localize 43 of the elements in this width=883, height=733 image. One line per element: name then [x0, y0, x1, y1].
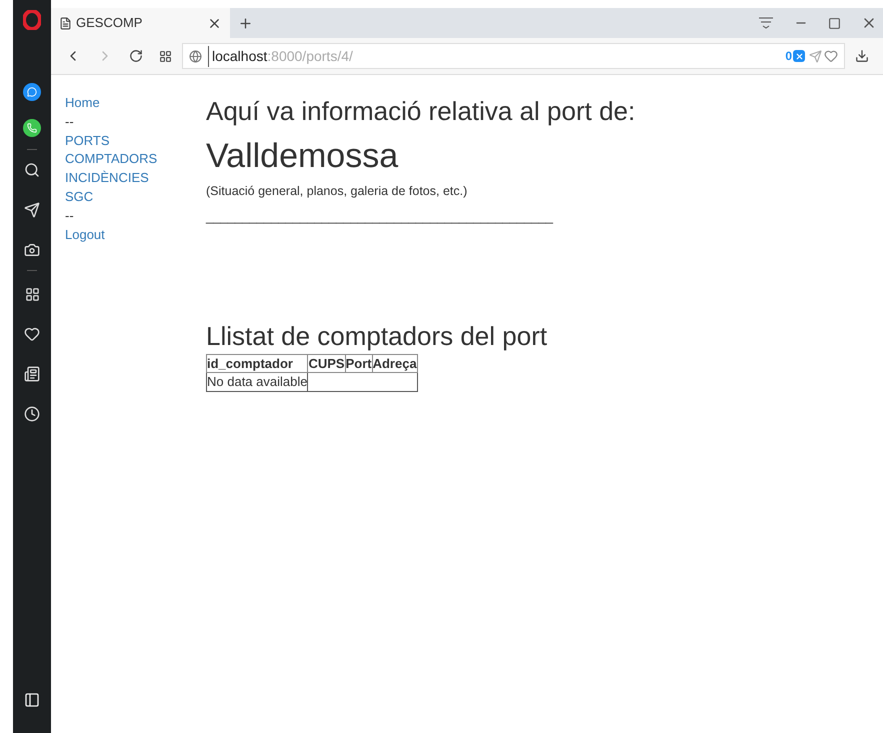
table-title: Llistat de comptadors del port: [206, 320, 548, 352]
ad-blocker-icon[interactable]: [793, 50, 805, 62]
nav-separator: --: [65, 206, 74, 225]
url-text: localhost:8000/ports/4/: [208, 46, 353, 66]
history-icon[interactable]: [24, 406, 40, 422]
blocked-count: 0: [785, 48, 792, 65]
description-text: (Situació general, planos, galeria de fotos, etc.): [206, 183, 468, 200]
send-icon[interactable]: [24, 202, 40, 218]
nav-link[interactable]: Logout: [65, 226, 105, 244]
column-header[interactable]: CUPS: [308, 354, 346, 373]
news-icon[interactable]: [24, 366, 40, 382]
camera-icon[interactable]: [24, 242, 40, 258]
whatsapp-icon[interactable]: [23, 119, 41, 137]
nav-link[interactable]: PORTS: [65, 132, 110, 150]
column-header[interactable]: Adreça: [372, 354, 418, 373]
search-icon[interactable]: [24, 162, 40, 178]
empty-table-message: No data available: [206, 372, 308, 392]
nav-link[interactable]: Home: [65, 94, 100, 113]
page-heading: Aquí va informació relativa al port de:: [206, 95, 636, 128]
maximize-icon[interactable]: [828, 16, 841, 30]
browser-tab[interactable]: GESCOMP: [51, 8, 230, 38]
nav-separator: --: [65, 112, 74, 131]
separator-line: ________________________________________________: [206, 208, 554, 226]
page-icon: [59, 16, 72, 30]
bookmark-icon[interactable]: [824, 49, 838, 63]
download-icon[interactable]: [855, 49, 869, 63]
port-name: Valldemossa: [206, 136, 400, 176]
speed-dial-icon[interactable]: [159, 50, 172, 62]
address-bar[interactable]: localhost:8000/ports/4/ 0: [182, 43, 845, 69]
nav-link[interactable]: COMPTADORS: [65, 150, 158, 170]
nav-link[interactable]: INCIDÈNCIES: [65, 169, 149, 188]
messenger-icon[interactable]: [23, 83, 41, 101]
heart-icon[interactable]: [24, 326, 40, 342]
reload-icon[interactable]: [129, 49, 143, 63]
column-header[interactable]: id_comptador: [206, 354, 308, 373]
tab-menu-icon[interactable]: [758, 17, 774, 29]
new-tab-icon[interactable]: [238, 16, 253, 30]
grid-icon[interactable]: [24, 287, 40, 302]
globe-icon: [189, 50, 202, 62]
column-header[interactable]: Port: [345, 354, 372, 373]
sidebar-toggle-icon[interactable]: [24, 692, 40, 708]
opera-logo-icon[interactable]: [23, 10, 41, 30]
nav-link[interactable]: SGC: [65, 188, 94, 207]
